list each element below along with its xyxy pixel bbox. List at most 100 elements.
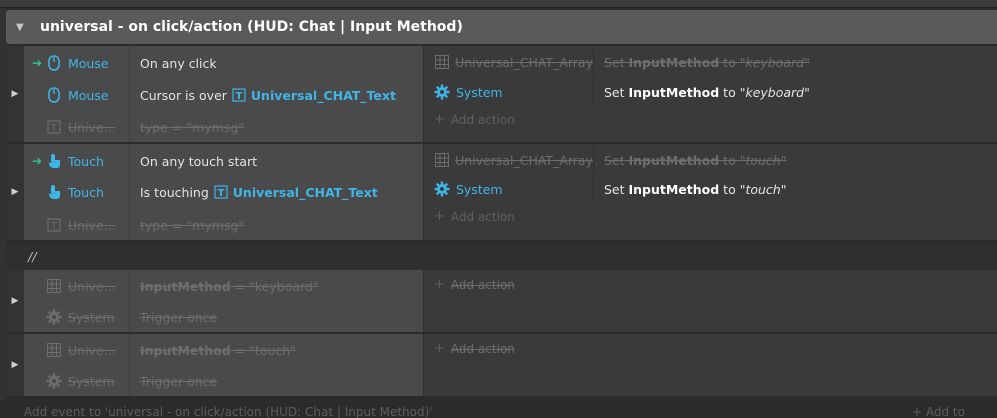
action-row[interactable]: System Set InputMethod to "keyboard" [424, 78, 997, 106]
condition-object-name: Unive... [68, 217, 116, 233]
mouse-icon [46, 55, 62, 71]
condition-object-name: Mouse [68, 55, 109, 71]
comment-row[interactable]: // [6, 244, 997, 270]
touch-icon [46, 153, 62, 169]
add-action-link[interactable]: + Add action [434, 112, 515, 127]
touch-icon [46, 184, 62, 200]
condition-row[interactable]: InputMethod = "keyboard" [130, 271, 424, 301]
array-icon [46, 342, 62, 358]
comment-text: // [28, 249, 37, 264]
add-to-link[interactable]: + Add to 'univ [912, 405, 997, 418]
condition-object-row[interactable]: System [24, 366, 129, 396]
condition-text: InputMethod = "touch" [140, 342, 296, 358]
condition-objects-column: Unive... System [24, 334, 129, 396]
condition-objects-column: ➔ Touch Touch T Unive... [24, 144, 129, 240]
condition-object-row[interactable]: T Unive... [24, 112, 129, 142]
add-action-link[interactable]: + Add action [434, 277, 515, 292]
condition-object-row[interactable]: Unive... [24, 271, 129, 301]
svg-text:T: T [217, 188, 224, 199]
condition-text: type = "mymsg" [140, 217, 245, 233]
condition-row[interactable]: Trigger once [130, 302, 424, 332]
gear-icon [46, 373, 62, 389]
condition-object-name: Touch [68, 184, 104, 200]
conditions-column: On any click Cursor is over T Universal_… [129, 46, 423, 142]
add-event-link[interactable]: Add event to 'universal - on click/actio… [24, 405, 433, 418]
condition-object-row[interactable]: Mouse [24, 80, 129, 110]
condition-object-name: Unive... [68, 342, 116, 358]
condition-object-row[interactable]: ➔ Touch [24, 146, 129, 176]
action-row[interactable]: System Set InputMethod to "touch" [424, 175, 997, 203]
action-row[interactable]: Universal_CHAT_Array Set InputMethod to … [424, 146, 997, 174]
condition-row[interactable]: Is touching T Universal_CHAT_Text [130, 177, 424, 207]
group-title: universal - on click/action (HUD: Chat |… [40, 19, 463, 35]
condition-text: On any click [140, 55, 217, 71]
condition-object-row[interactable]: ➔ Mouse [24, 48, 129, 78]
condition-row[interactable]: type = "mymsg" [130, 210, 424, 240]
array-icon [434, 152, 449, 168]
collapse-arrow-icon[interactable]: ▼ [16, 22, 30, 33]
array-icon [46, 278, 62, 294]
condition-objects-column: ➔ Mouse Mouse T Unive... [24, 46, 129, 142]
action-text: Set InputMethod to "keyboard" [604, 84, 810, 100]
plus-icon: + [434, 341, 445, 356]
condition-objects-column: Unive... System [24, 270, 129, 332]
array-icon [434, 54, 449, 70]
svg-text:T: T [50, 123, 58, 134]
action-row[interactable]: Universal_CHAT_Array Set InputMethod to … [424, 48, 997, 76]
text-object-icon: T [231, 87, 247, 103]
action-object-name: System [456, 84, 503, 100]
gear-icon [46, 309, 62, 325]
event-group-header[interactable]: ▼ universal - on click/action (HUD: Chat… [6, 10, 997, 44]
condition-text: Cursor is over [140, 87, 227, 103]
plus-icon: + [434, 209, 445, 224]
mouse-icon [46, 87, 62, 103]
gear-icon [434, 181, 450, 197]
action-text: Set InputMethod to "touch" [604, 181, 787, 197]
event-sheet-footer: Add event to 'universal - on click/actio… [0, 400, 997, 418]
text-object-icon: T [46, 217, 62, 233]
top-toolbar-edge [0, 0, 997, 8]
event-block-2[interactable]: ▶ ➔ Touch Touch T Unive... On any touch … [6, 144, 997, 240]
object-reference: T Universal_CHAT_Text [231, 87, 396, 103]
expand-arrow-icon[interactable]: ▶ [6, 144, 24, 240]
conditions-column: On any touch start Is touching T Univers… [129, 144, 423, 240]
condition-text: InputMethod = "keyboard" [140, 278, 319, 294]
condition-text: Trigger once [140, 373, 218, 389]
event-block-1[interactable]: ▶ ➔ Mouse Mouse T Unive... On any click [6, 46, 997, 142]
condition-row[interactable]: InputMethod = "touch" [130, 335, 424, 365]
text-object-icon: T [213, 184, 229, 200]
action-text: Set InputMethod to "touch" [604, 152, 787, 168]
condition-row[interactable]: Trigger once [130, 366, 424, 396]
object-reference: T Universal_CHAT_Text [213, 184, 378, 200]
add-action-link[interactable]: + Add action [434, 341, 515, 356]
plus-icon: + [434, 277, 445, 292]
condition-object-row[interactable]: Unive... [24, 335, 129, 365]
condition-text: On any touch start [140, 153, 258, 169]
condition-text: type = "mymsg" [140, 119, 245, 135]
condition-row[interactable]: type = "mymsg" [130, 112, 424, 142]
plus-icon: + [434, 112, 445, 127]
expand-arrow-icon[interactable]: ▶ [6, 270, 24, 332]
action-object-name: System [456, 181, 503, 197]
conditions-column: InputMethod = "touch" Trigger once [129, 334, 423, 396]
condition-object-name: Touch [68, 153, 104, 169]
actions-column: Universal_CHAT_Array Set InputMethod to … [423, 144, 997, 240]
condition-row[interactable]: On any touch start [130, 146, 424, 176]
condition-object-row[interactable]: T Unive... [24, 210, 129, 240]
disabled-event-block-1[interactable]: ▶ Unive... System InputMethod = "keyboar… [6, 270, 997, 332]
expand-arrow-icon[interactable]: ▶ [6, 46, 24, 142]
svg-text:T: T [50, 221, 58, 232]
condition-object-row[interactable]: System [24, 302, 129, 332]
disabled-event-block-2[interactable]: ▶ Unive... System InputMethod = "touch" … [6, 334, 997, 396]
actions-column: + Add action [423, 270, 997, 332]
add-action-link[interactable]: + Add action [434, 209, 515, 224]
condition-object-name: Unive... [68, 278, 116, 294]
condition-object-name: System [68, 309, 115, 325]
expand-arrow-icon[interactable]: ▶ [6, 334, 24, 396]
svg-text:T: T [235, 91, 242, 102]
actions-column: Universal_CHAT_Array Set InputMethod to … [423, 46, 997, 142]
condition-object-name: System [68, 373, 115, 389]
condition-object-row[interactable]: Touch [24, 177, 129, 207]
condition-row[interactable]: On any click [130, 48, 424, 78]
condition-row[interactable]: Cursor is over T Universal_CHAT_Text [130, 80, 424, 110]
